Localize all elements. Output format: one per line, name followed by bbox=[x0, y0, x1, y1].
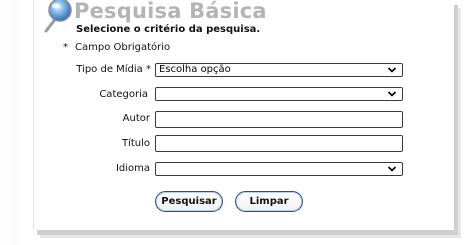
title-input[interactable] bbox=[155, 135, 403, 152]
required-note-text: Campo Obrigatório bbox=[75, 42, 171, 53]
media-type-select[interactable]: Escolha opção bbox=[155, 63, 403, 77]
media-type-label: Tipo de Mídia * bbox=[76, 64, 151, 75]
chevron-down-icon bbox=[387, 166, 397, 172]
page-subtitle: Selecione o critério da pesquisa. bbox=[76, 24, 261, 35]
language-label: Idioma bbox=[115, 163, 150, 174]
title-label: Título bbox=[121, 138, 150, 149]
media-type-value: Escolha opção bbox=[159, 64, 231, 75]
author-label: Autor bbox=[122, 113, 150, 124]
left-gradient-band bbox=[0, 0, 20, 245]
required-star: * bbox=[63, 42, 68, 53]
category-select[interactable] bbox=[155, 87, 403, 101]
search-button[interactable]: Pesquisar bbox=[155, 191, 223, 212]
required-field-note: * Campo Obrigatório bbox=[63, 42, 170, 53]
chevron-down-icon bbox=[387, 67, 397, 73]
magnifier-icon bbox=[44, 0, 72, 33]
clear-button[interactable]: Limpar bbox=[235, 191, 303, 212]
page-title: Pesquisa Básica bbox=[74, 0, 267, 23]
author-input[interactable] bbox=[155, 111, 403, 128]
category-label: Categoria bbox=[99, 89, 148, 100]
chevron-down-icon bbox=[387, 91, 397, 97]
language-select[interactable] bbox=[155, 162, 403, 176]
